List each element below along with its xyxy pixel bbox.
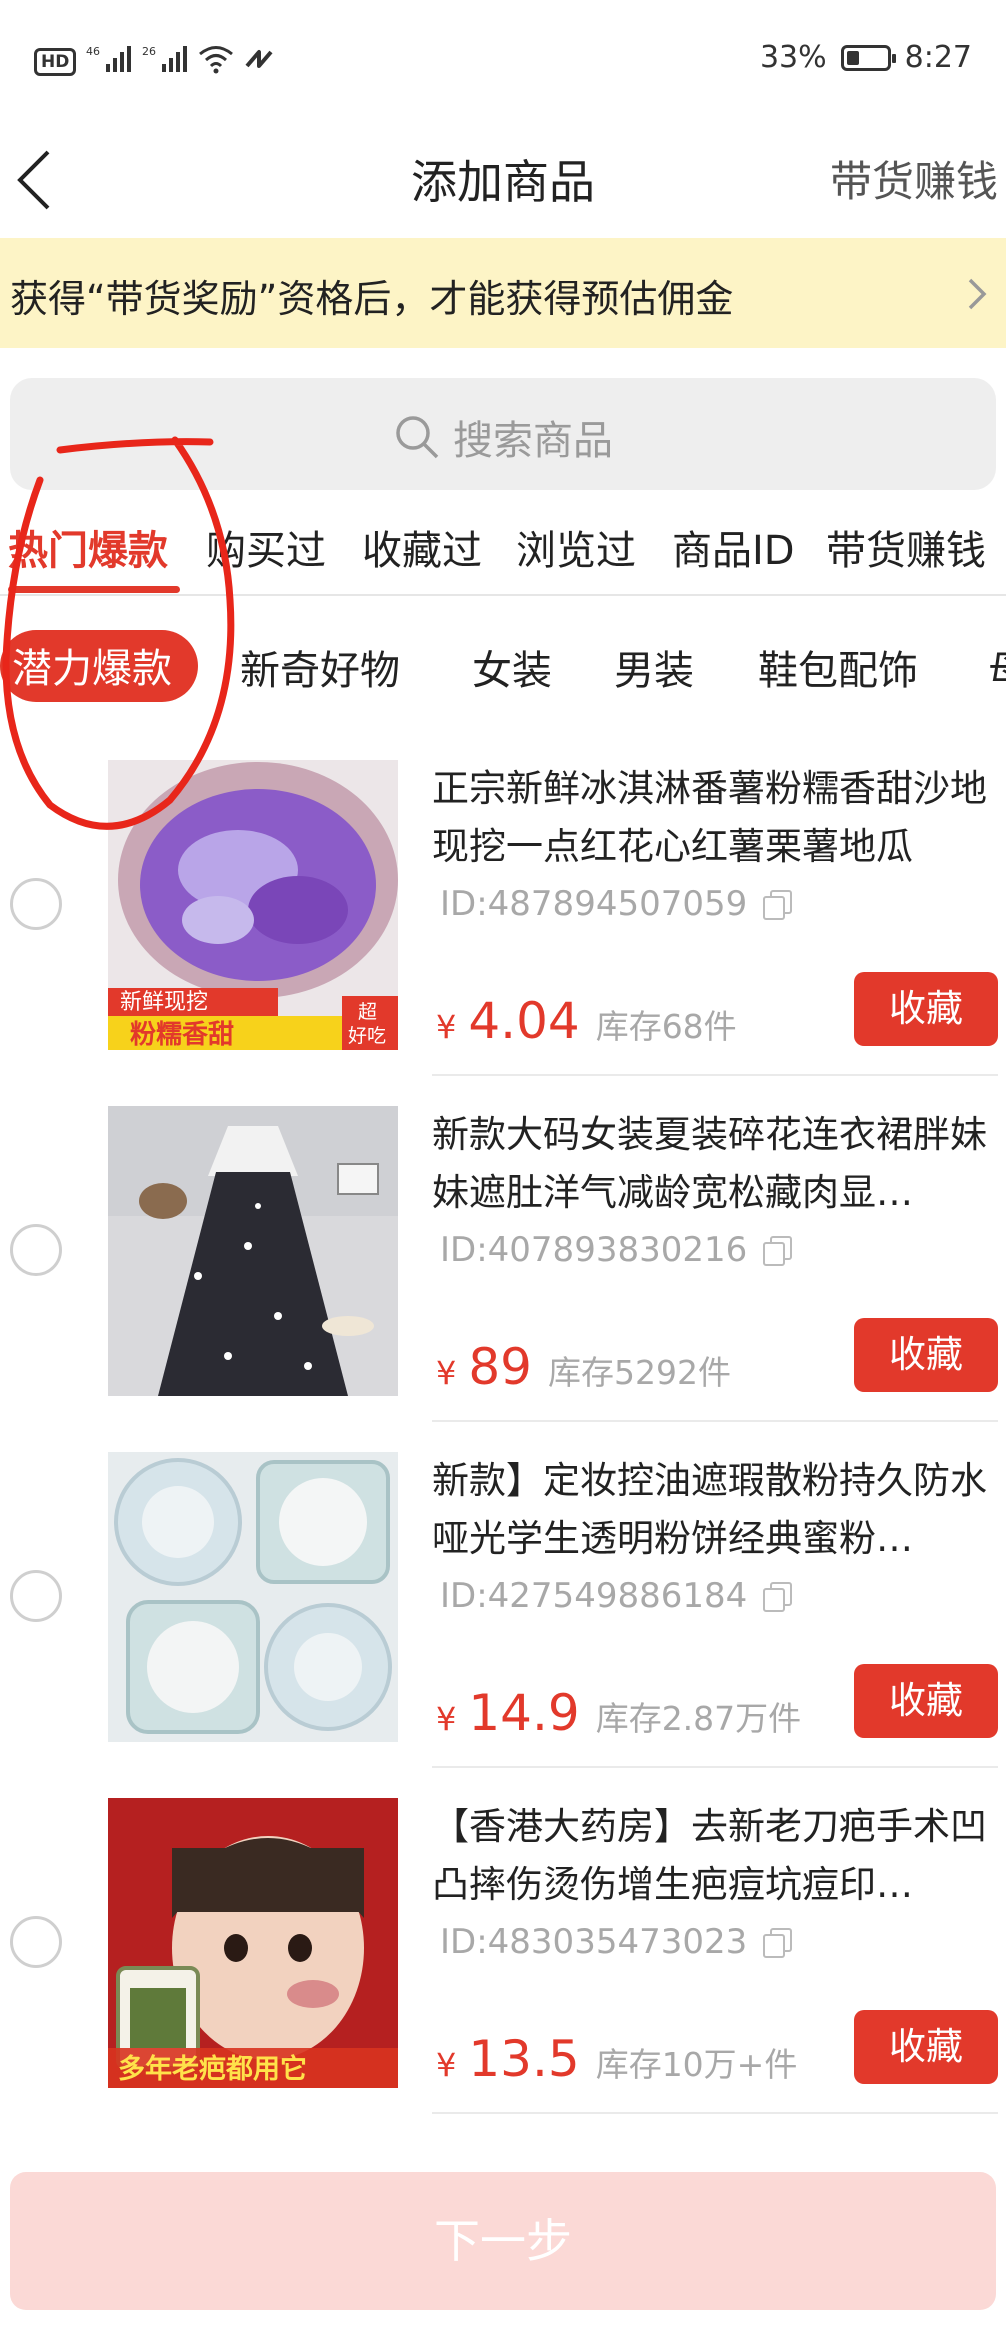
svg-text:46: 46 bbox=[86, 45, 100, 58]
divider bbox=[432, 1074, 998, 1076]
svg-text:新鲜现挖: 新鲜现挖 bbox=[120, 990, 208, 1015]
dress-image bbox=[108, 1106, 398, 1396]
clock: 8:27 bbox=[904, 40, 972, 75]
nfc-icon bbox=[244, 44, 274, 80]
price: 13.5 bbox=[468, 2030, 580, 2088]
product-thumbnail: 新鲜现挖 粉糯香甜 超 好吃 bbox=[108, 760, 398, 1050]
product-id: ID:483035473023 bbox=[440, 1922, 793, 1962]
copy-icon[interactable] bbox=[763, 1582, 793, 1612]
divider bbox=[432, 1766, 998, 1768]
product-thumbnail bbox=[108, 1452, 398, 1742]
select-radio[interactable] bbox=[10, 1916, 62, 1968]
signal-4g-icon: 46 bbox=[86, 44, 132, 80]
svg-text:超: 超 bbox=[358, 1001, 377, 1023]
price-row: ¥ 13.5 库存10万+件 bbox=[436, 2030, 798, 2088]
search-placeholder: 搜索商品 bbox=[453, 418, 613, 464]
divider bbox=[432, 2112, 998, 2114]
price-row: ¥ 14.9 库存2.87万件 bbox=[436, 1684, 802, 1742]
notice-text: 获得“带货奖励”资格后，才能获得预估佣金 bbox=[10, 277, 734, 321]
svg-text:26: 26 bbox=[142, 45, 156, 58]
next-step-button[interactable]: 下一步 bbox=[10, 2172, 996, 2310]
category-chip-women[interactable]: 女装 bbox=[472, 638, 552, 696]
select-radio[interactable] bbox=[10, 878, 62, 930]
battery-percent: 33% bbox=[759, 40, 827, 75]
tab-purchased[interactable]: 购买过 bbox=[206, 518, 326, 576]
product-thumbnail bbox=[108, 1106, 398, 1396]
product-thumbnail: 多年老疤都用它 bbox=[108, 1798, 398, 2088]
divider bbox=[432, 1420, 998, 1422]
tab-earn[interactable]: 带货赚钱 bbox=[826, 518, 986, 576]
svg-text:粉糯香甜: 粉糯香甜 bbox=[130, 1020, 234, 1050]
category-chip-men[interactable]: 男装 bbox=[614, 638, 694, 696]
copy-icon[interactable] bbox=[763, 890, 793, 920]
powder-compact-image bbox=[108, 1452, 398, 1742]
category-chip-novelty[interactable]: 新奇好物 bbox=[240, 638, 400, 696]
chevron-right-icon bbox=[968, 278, 987, 310]
price-row: ¥ 4.04 库存68件 bbox=[436, 992, 737, 1050]
stock: 库存5292件 bbox=[547, 1353, 731, 1392]
product-id: ID:407893830216 bbox=[440, 1230, 793, 1270]
product-item[interactable]: 新款】定妆控油遮瑕散粉持久防水哑光学生透明粉饼经典蜜粉… ID:42754988… bbox=[0, 1452, 1006, 1797]
active-tab-indicator bbox=[8, 586, 180, 593]
category-chip-potential[interactable]: 潜力爆款 bbox=[0, 630, 198, 702]
favorite-button[interactable]: 收藏 bbox=[854, 2010, 998, 2084]
add-product-screen: HD 46 26 33% 8:27 添加商品 带货赚钱 获得“带货奖励”资格后，… bbox=[0, 0, 1006, 2340]
copy-icon[interactable] bbox=[763, 1236, 793, 1266]
svg-text:多年老疤都用它: 多年老疤都用它 bbox=[118, 2053, 307, 2085]
tab-product-id[interactable]: 商品ID bbox=[672, 518, 795, 576]
select-radio[interactable] bbox=[10, 1224, 62, 1276]
price: 89 bbox=[468, 1338, 532, 1396]
tab-browsed[interactable]: 浏览过 bbox=[516, 518, 636, 576]
tab-favorited[interactable]: 收藏过 bbox=[362, 518, 482, 576]
sweet-potato-image: 新鲜现挖 粉糯香甜 超 好吃 bbox=[108, 760, 398, 1050]
reward-notice-banner[interactable]: 获得“带货奖励”资格后，才能获得预估佣金 bbox=[0, 238, 1006, 348]
favorite-button[interactable]: 收藏 bbox=[854, 1664, 998, 1738]
status-bar: HD 46 26 33% 8:27 bbox=[0, 0, 1006, 120]
product-id: ID:487894507059 bbox=[440, 884, 793, 924]
product-title: 【香港大药房】去新老刀疤手术凹凸摔伤烫伤增生疤痘坑痘印… bbox=[432, 1805, 987, 1906]
earn-link[interactable]: 带货赚钱 bbox=[830, 148, 998, 209]
product-item[interactable]: 多年老疤都用它 【香港大药房】去新老刀疤手术凹凸摔伤烫伤增生疤痘坑痘印… ID:… bbox=[0, 1798, 1006, 2143]
stock: 库存10万+件 bbox=[595, 2045, 798, 2084]
category-chip-accessories[interactable]: 鞋包配饰 bbox=[758, 638, 918, 696]
product-title: 新款大码女装夏装碎花连衣裙胖妹妹遮肚洋气减龄宽松藏肉显… bbox=[432, 1113, 987, 1214]
price: 4.04 bbox=[468, 992, 580, 1050]
product-title: 新款】定妆控油遮瑕散粉持久防水哑光学生透明粉饼经典蜜粉… bbox=[432, 1459, 987, 1560]
signal-2g-icon: 26 bbox=[142, 44, 188, 80]
scar-cream-image: 多年老疤都用它 bbox=[108, 1798, 398, 2088]
status-right: 33% 8:27 bbox=[760, 40, 972, 75]
product-title: 正宗新鲜冰淇淋番薯粉糯香甜沙地现挖一点红花心红薯栗薯地瓜 bbox=[432, 767, 987, 868]
price-row: ¥ 89 库存5292件 bbox=[436, 1338, 731, 1396]
svg-text:好吃: 好吃 bbox=[348, 1025, 386, 1047]
product-id: ID:427549886184 bbox=[440, 1576, 793, 1616]
product-item[interactable]: 新款大码女装夏装碎花连衣裙胖妹妹遮肚洋气减龄宽松藏肉显… ID:40789383… bbox=[0, 1106, 1006, 1451]
status-left: HD 46 26 bbox=[34, 44, 274, 80]
category-chips: 潜力爆款 新奇好物 女装 男装 鞋包配饰 母 bbox=[0, 628, 1006, 708]
price: 14.9 bbox=[468, 1684, 580, 1742]
category-chip-more[interactable]: 母 bbox=[988, 638, 1006, 696]
hd-badge: HD bbox=[34, 48, 77, 76]
search-icon bbox=[396, 416, 439, 459]
copy-icon[interactable] bbox=[763, 1928, 793, 1958]
search-bar[interactable]: 搜索商品 bbox=[10, 378, 996, 490]
select-radio[interactable] bbox=[10, 1570, 62, 1622]
product-item[interactable]: 新鲜现挖 粉糯香甜 超 好吃 正宗新鲜冰淇淋番薯粉糯香甜沙地现挖一点红花心红薯栗… bbox=[0, 760, 1006, 1105]
battery-icon bbox=[840, 44, 896, 71]
source-tabs: 热门爆款 购买过 收藏过 浏览过 商品ID 带货赚钱 bbox=[0, 510, 1006, 596]
navigation-bar: 添加商品 带货赚钱 bbox=[0, 120, 1006, 235]
stock: 库存2.87万件 bbox=[595, 1699, 802, 1738]
tab-hot[interactable]: 热门爆款 bbox=[8, 518, 168, 576]
stock: 库存68件 bbox=[595, 1007, 737, 1046]
favorite-button[interactable]: 收藏 bbox=[854, 972, 998, 1046]
favorite-button[interactable]: 收藏 bbox=[854, 1318, 998, 1392]
wifi-icon bbox=[198, 44, 234, 80]
